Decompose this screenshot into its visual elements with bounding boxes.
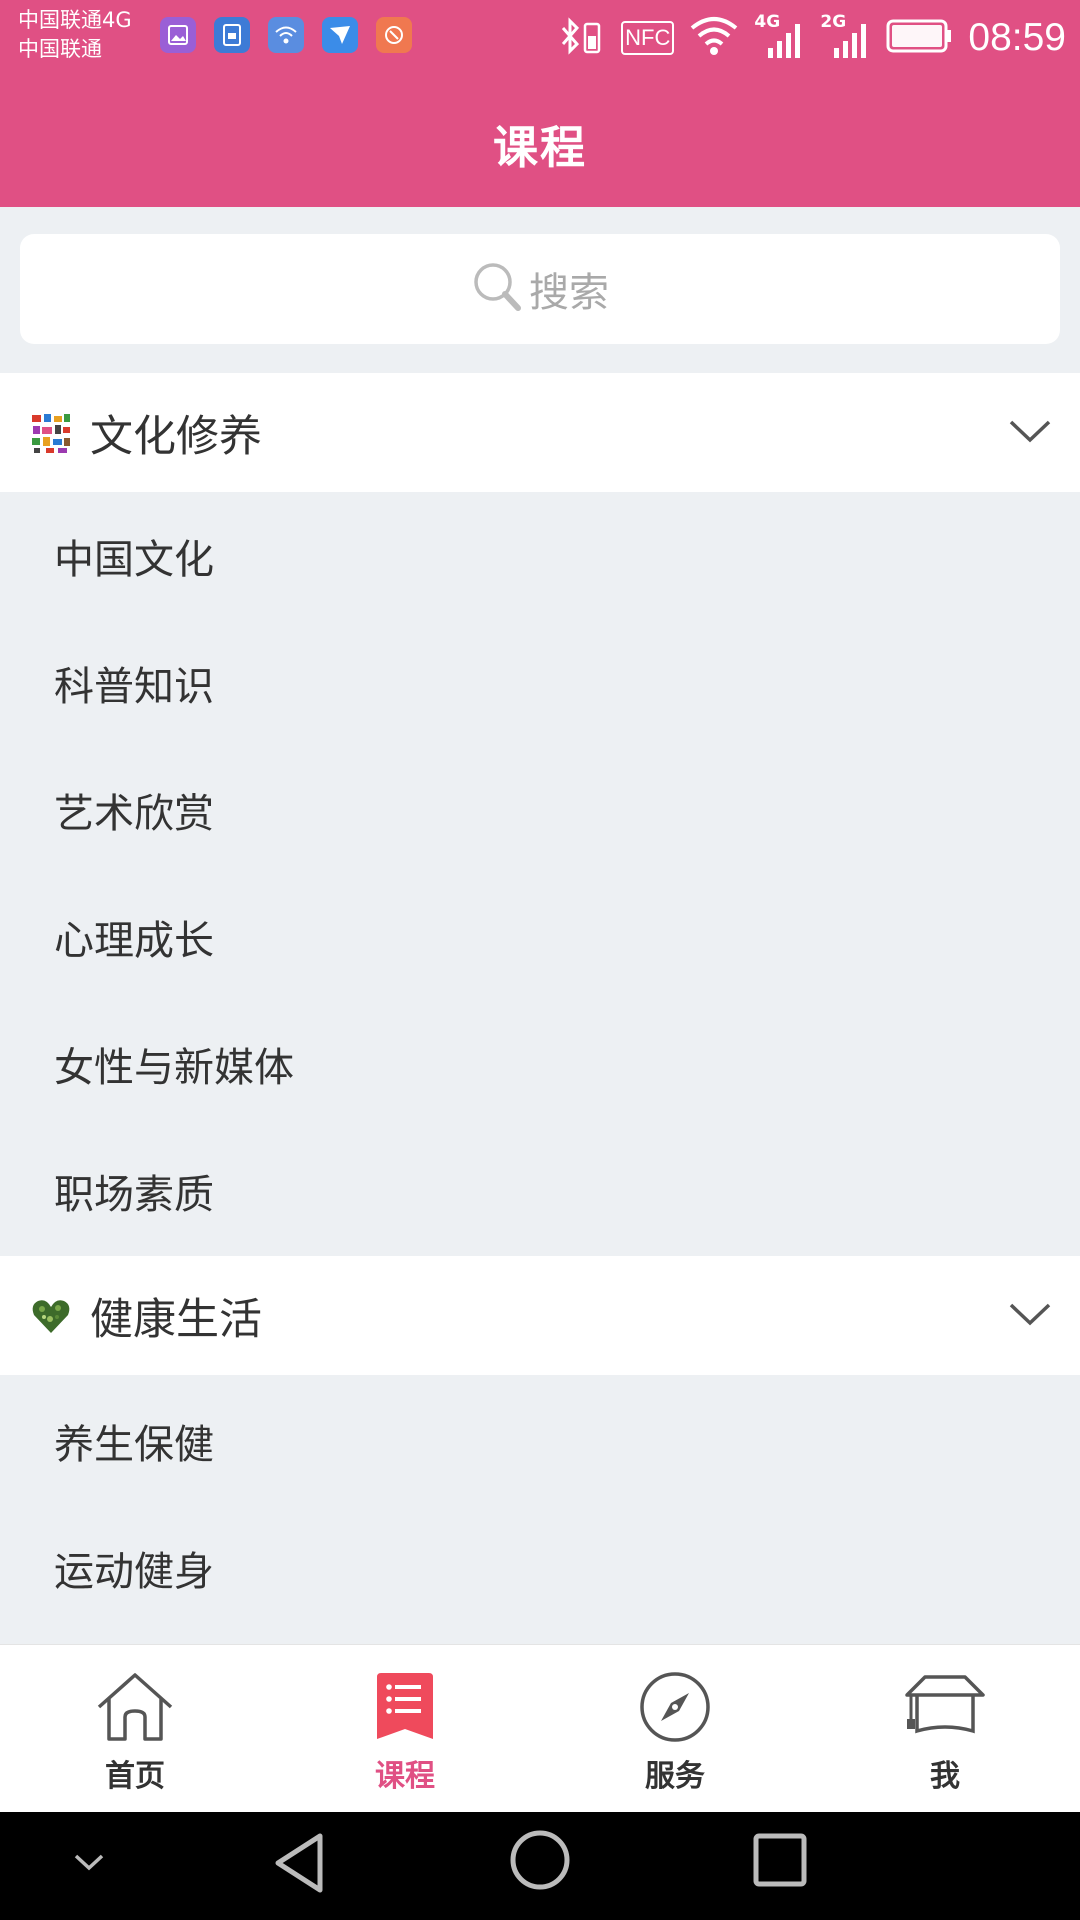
tab-me[interactable]: 我 [810,1645,1080,1813]
list-item-wellness[interactable]: 养生保健 [0,1377,1080,1504]
tab-label: 我 [930,1759,960,1794]
notification-icons [160,17,412,53]
hide-nav-chevron-icon[interactable] [72,1850,106,1878]
tab-label: 服务 [645,1759,705,1794]
gallery-notification-icon [160,17,196,53]
list-item-art[interactable]: 艺术欣赏 [0,746,1080,873]
tab-services[interactable]: 服务 [540,1645,810,1813]
list-item-label: 职场素质 [54,1171,214,1218]
tab-label: 课程 [375,1759,435,1794]
search-placeholder: 搜索 [529,270,609,316]
carrier-line-1: 中国联通4G [18,8,132,32]
list-item-label: 养生保健 [54,1421,214,1468]
recents-square-icon[interactable] [752,1832,808,1892]
list-item-label: 艺术欣赏 [54,790,214,837]
section-title: 健康生活 [90,1294,262,1345]
cell-signal-2g-icon: 2G [820,12,870,62]
back-triangle-icon[interactable] [270,1830,326,1900]
home-icon [95,1671,175,1747]
cell-signal-4g-icon: 4G [754,12,804,62]
status-bar: 中国联通4G 中国联通 NFC 4G 2G 08:59 [0,0,1080,80]
bluetooth-icon [559,14,605,62]
compass-icon [639,1671,711,1747]
tab-courses[interactable]: 课程 [270,1645,540,1813]
page-title: 课程 [492,121,587,174]
home-circle-icon[interactable] [508,1828,572,1896]
search-icon [471,260,525,318]
clock: 08:59 [968,16,1066,59]
list-item-fitness[interactable]: 运动健身 [0,1504,1080,1631]
section-title: 文化修养 [90,411,262,462]
tab-home[interactable]: 首页 [0,1645,270,1813]
search-input[interactable]: 搜索 [20,234,1060,344]
wifi-signal-icon [690,16,738,60]
list-item-women-media[interactable]: 女性与新媒体 [0,1000,1080,1127]
tool-notification-icon [376,17,412,53]
chevron-down-icon[interactable] [1008,1301,1052,1331]
chevron-down-icon[interactable] [1008,418,1052,448]
list-item-chinese-culture[interactable]: 中国文化 [0,492,1080,619]
health-thumbnail-icon [30,1294,72,1337]
tab-label: 首页 [105,1759,165,1794]
course-list-icon [375,1671,435,1745]
app-bar: 课程 [0,80,1080,207]
list-item-label: 运动健身 [54,1548,214,1595]
battery-icon [886,19,952,57]
search-area: 搜索 [0,207,1080,373]
sim-notification-icon [214,17,250,53]
wifi-notification-icon [268,17,304,53]
section-header-culture[interactable]: 文化修养 [0,373,1080,492]
system-navigation-bar [0,1812,1080,1920]
list-item-label: 女性与新媒体 [54,1044,294,1091]
list-item-psychology[interactable]: 心理成长 [0,873,1080,1000]
culture-thumbnail-icon [30,411,72,454]
system-status: NFC 4G 2G 08:59 [559,10,1066,66]
carrier-line-2: 中国联通 [18,37,102,61]
section-header-health[interactable]: 健康生活 [0,1256,1080,1375]
list-item-label: 中国文化 [54,536,214,583]
nfc-icon: NFC [621,21,675,55]
list-item-workplace[interactable]: 职场素质 [0,1127,1080,1254]
bird-notification-icon [322,17,358,53]
bottom-tab-bar: 首页 课程 服务 我 [0,1644,1080,1813]
list-item-science[interactable]: 科普知识 [0,619,1080,746]
carrier-info: 中国联通4G 中国联通 [18,6,132,64]
list-item-label: 心理成长 [54,917,214,964]
list-item-label: 科普知识 [54,663,214,710]
graduation-cap-icon [903,1671,987,1741]
